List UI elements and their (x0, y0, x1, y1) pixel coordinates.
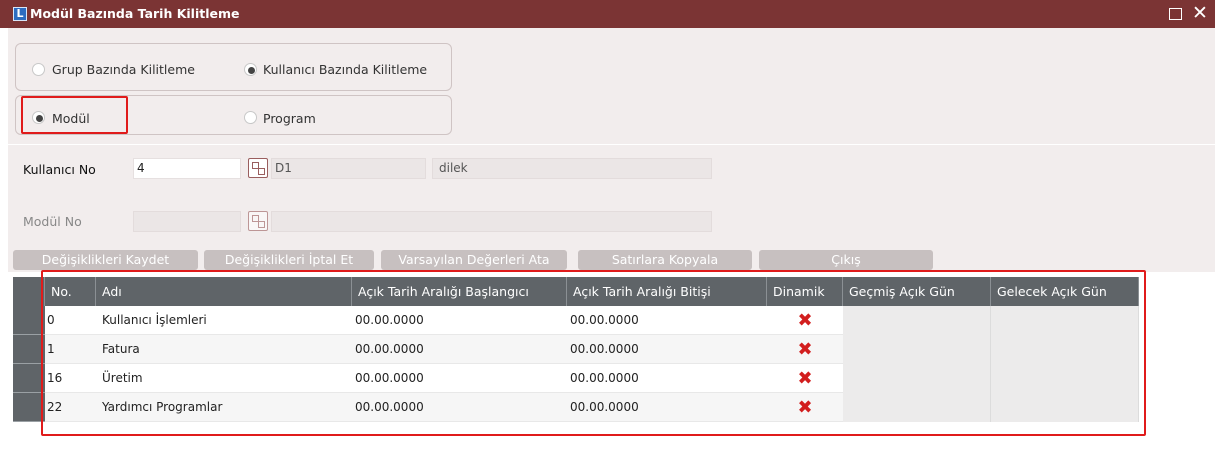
grup-bazinda-label: Grup Bazında Kilitleme (52, 62, 195, 77)
modul-lookup-icon[interactable] (248, 211, 268, 231)
app-icon: L (13, 7, 27, 21)
modul-highlight-box (21, 96, 128, 134)
modul-no-input[interactable] (133, 211, 241, 232)
divider (8, 144, 1215, 145)
kullanici-no-label: Kullanıcı No (23, 162, 96, 177)
close-icon[interactable]: ✕ (1190, 3, 1210, 23)
kullanici-no-input[interactable]: 4 (133, 158, 241, 179)
kullanici-lookup-icon[interactable] (248, 158, 268, 178)
copy-rows-button[interactable]: Satırlara Kopyala (578, 250, 752, 270)
program-label: Program (263, 111, 316, 126)
title-bar: L Modül Bazında Tarih Kilitleme ✕ (0, 0, 1215, 28)
exit-button[interactable]: Çıkış (759, 250, 933, 270)
kullanici-bazinda-label: Kullanıcı Bazında Kilitleme (263, 62, 428, 77)
maximize-icon[interactable] (1169, 8, 1182, 20)
save-button[interactable]: Değişiklikleri Kaydet (13, 250, 198, 270)
grid-highlight-box (41, 270, 1146, 436)
kullanici-name-field: dilek (432, 158, 712, 179)
defaults-button[interactable]: Varsayılan Değerleri Ata (381, 250, 567, 270)
kullanici-code-field: D1 (271, 158, 426, 179)
kullanici-bazinda-radio[interactable] (244, 63, 257, 76)
modul-no-label: Modül No (23, 214, 82, 229)
program-radio[interactable] (244, 111, 257, 124)
window-title: Modül Bazında Tarih Kilitleme (30, 6, 240, 21)
grup-bazinda-radio[interactable] (32, 63, 45, 76)
modul-name-field (271, 211, 712, 232)
cancel-changes-button[interactable]: Değişiklikleri İptal Et (204, 250, 374, 270)
